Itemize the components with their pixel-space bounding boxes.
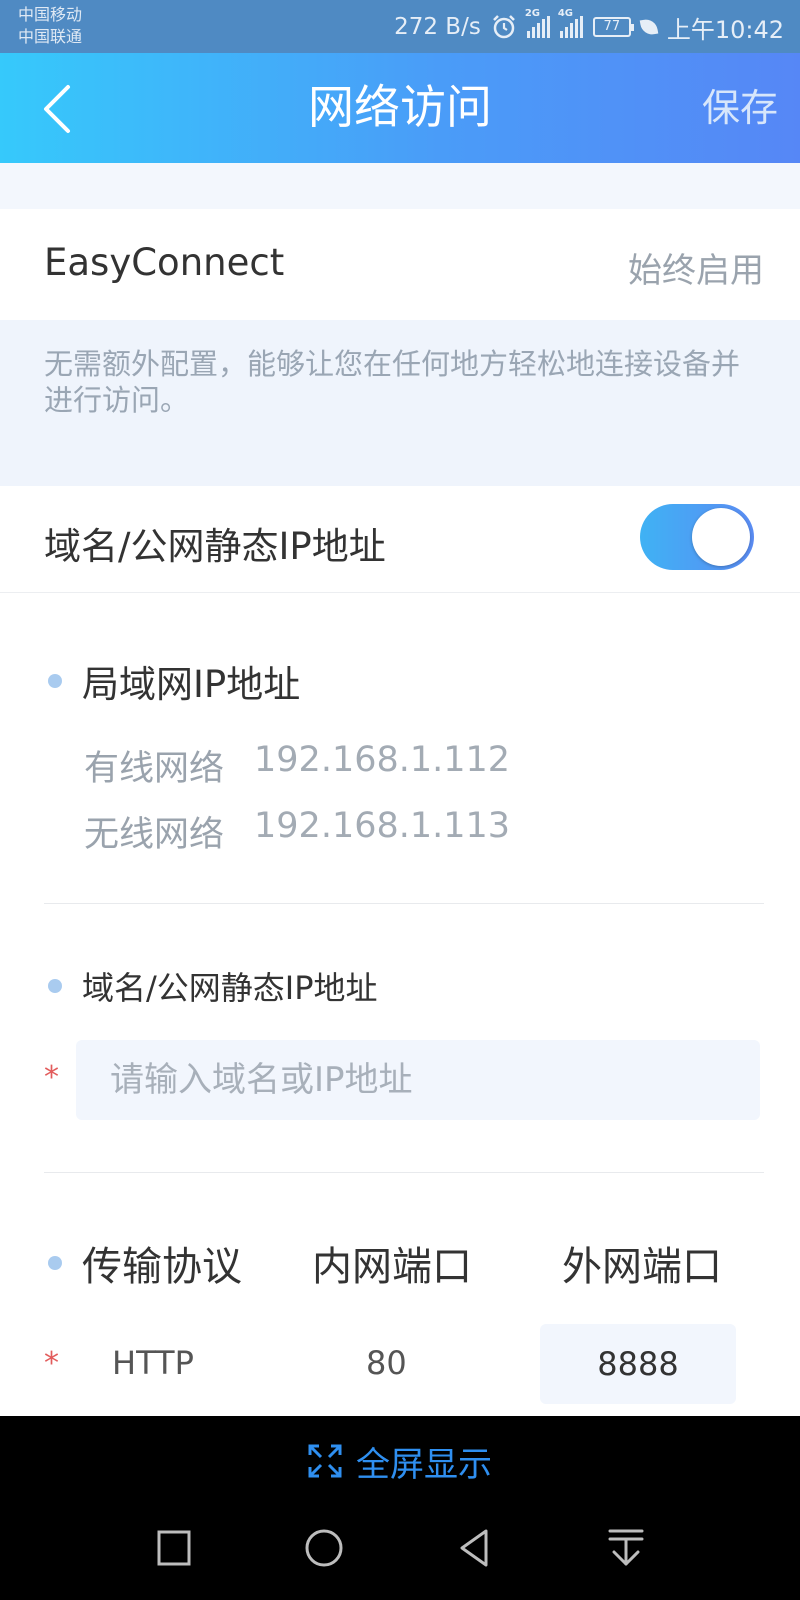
triangle-back-icon <box>460 1529 488 1567</box>
easyconnect-status: 始终启用 <box>628 251 764 291</box>
sim1-network-type: 2G <box>524 8 540 19</box>
easyconnect-label: EasyConnect <box>44 241 285 284</box>
inner-port-value: 80 <box>366 1344 407 1382</box>
carrier-2: 中国联通 <box>18 27 83 46</box>
protocol-column-header: 传输协议 <box>82 1244 242 1290</box>
back-nav-button[interactable] <box>448 1520 504 1576</box>
alarm-icon <box>492 15 515 39</box>
inner-port-column-header: 内网端口 <box>312 1244 472 1290</box>
domain-heading: 域名/公网静态IP地址 <box>82 969 378 1007</box>
outer-port-input[interactable]: 8888 <box>540 1324 736 1404</box>
sim2-network-type: 4G <box>557 8 573 19</box>
status-bar: 中国移动 中国联通 272 B/s 2G 4G 77 上午10:42 <box>0 0 800 53</box>
toggle-knob <box>692 508 750 566</box>
page-title: 网络访问 <box>308 80 492 134</box>
square-icon <box>157 1530 191 1566</box>
ports-section-header: 传输协议 <box>48 1234 242 1292</box>
static-ip-toggle-label: 域名/公网静态IP地址 <box>44 525 386 568</box>
home-button[interactable] <box>296 1520 352 1576</box>
domain-section-header: 域名/公网静态IP地址 <box>48 963 378 1009</box>
battery-level: 77 <box>603 19 621 34</box>
lan-section-header: 局域网IP地址 <box>48 654 300 708</box>
lan-wifi-row: 无线网络 192.168.1.113 <box>84 806 510 857</box>
easyconnect-description: 无需额外配置，能够让您在任何地方轻松地连接设备并进行访问。 <box>44 347 741 417</box>
easyconnect-description-panel: 无需额外配置，能够让您在任何地方轻松地连接设备并进行访问。 <box>0 320 800 486</box>
notification-pulldown-button[interactable] <box>598 1520 654 1576</box>
bullet-dot-icon <box>48 674 62 688</box>
carrier-names: 中国移动 中国联通 <box>18 4 82 48</box>
recent-apps-button[interactable] <box>146 1520 202 1576</box>
divider <box>44 903 764 904</box>
wifi-ip: 192.168.1.113 <box>254 806 511 846</box>
clock: 上午10:42 <box>666 15 784 44</box>
fullscreen-button[interactable]: 全屏显示 <box>0 1436 800 1486</box>
outer-port-column-header: 外网端口 <box>562 1244 722 1290</box>
fullscreen-label: 全屏显示 <box>356 1444 492 1485</box>
network-speed: 272 B/s <box>394 14 481 40</box>
carrier-1: 中国移动 <box>18 5 83 24</box>
signal-sim1-icon: 2G <box>525 8 550 38</box>
bottom-bar: 全屏显示 <box>0 1416 800 1600</box>
lan-wired-row: 有线网络 192.168.1.112 <box>84 740 510 791</box>
static-ip-toggle-switch[interactable] <box>640 504 754 570</box>
bullet-dot-icon <box>48 979 62 993</box>
wired-ip: 192.168.1.112 <box>254 740 511 780</box>
signal-sim2-icon: 4G <box>558 8 583 38</box>
save-button[interactable]: 保存 <box>702 81 778 135</box>
circle-icon <box>305 1529 343 1567</box>
required-mark: * <box>44 1060 59 1095</box>
pull-down-icon <box>608 1529 644 1566</box>
section-gap <box>0 163 800 209</box>
static-ip-toggle-row: 域名/公网静态IP地址 <box>0 486 800 593</box>
wifi-label: 无线网络 <box>84 815 225 855</box>
easyconnect-row: EasyConnect 始终启用 <box>0 209 800 320</box>
divider <box>44 1172 764 1173</box>
expand-icon <box>308 1444 342 1478</box>
domain-ip-input[interactable] <box>76 1040 760 1120</box>
lan-heading: 局域网IP地址 <box>82 663 301 706</box>
protocol-name: HTTP <box>112 1344 194 1382</box>
battery-icon: 77 <box>592 17 634 37</box>
status-indicators: 272 B/s 2G 4G 77 上午10:42 <box>394 8 784 44</box>
system-navigation-bar <box>0 1520 800 1576</box>
wired-label: 有线网络 <box>84 749 225 789</box>
power-saving-leaf-icon <box>639 17 659 37</box>
required-mark: * <box>44 1346 59 1381</box>
bullet-dot-icon <box>48 1256 62 1270</box>
navigation-bar: 网络访问 保存 <box>0 53 800 163</box>
